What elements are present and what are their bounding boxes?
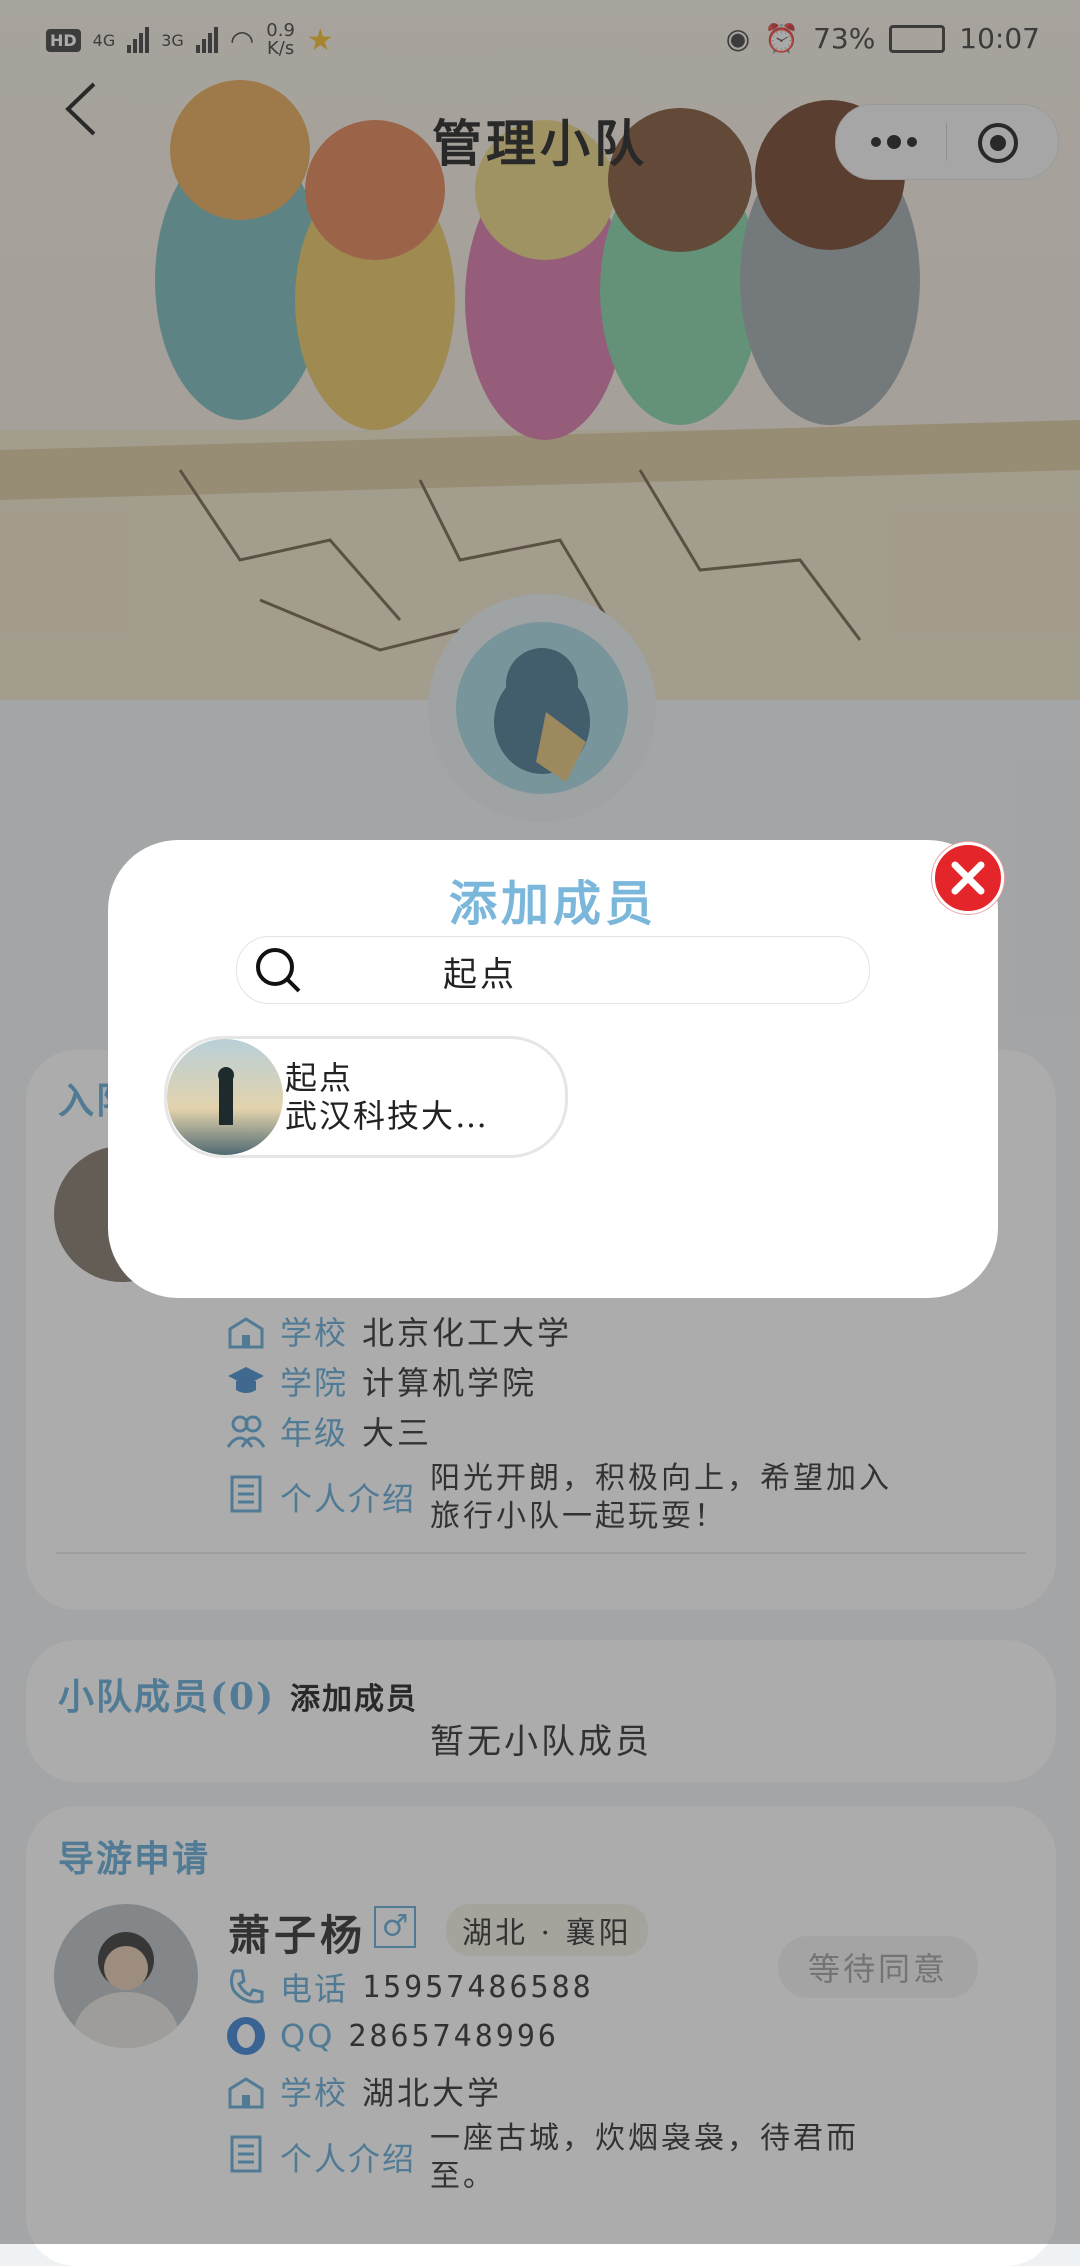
add-member-modal: 添加成员 起点 起点 武汉科技大…: [108, 840, 998, 1298]
search-icon: [256, 948, 301, 993]
close-icon: [951, 861, 985, 895]
member-search-input[interactable]: 起点: [236, 936, 870, 1004]
modal-title: 添加成员: [448, 876, 657, 932]
close-modal-button[interactable]: [932, 842, 1004, 914]
search-value: 起点: [443, 955, 517, 995]
search-result-item[interactable]: 起点 武汉科技大…: [164, 1036, 568, 1158]
result-school: 武汉科技大…: [285, 1097, 490, 1135]
result-avatar: [167, 1039, 283, 1155]
